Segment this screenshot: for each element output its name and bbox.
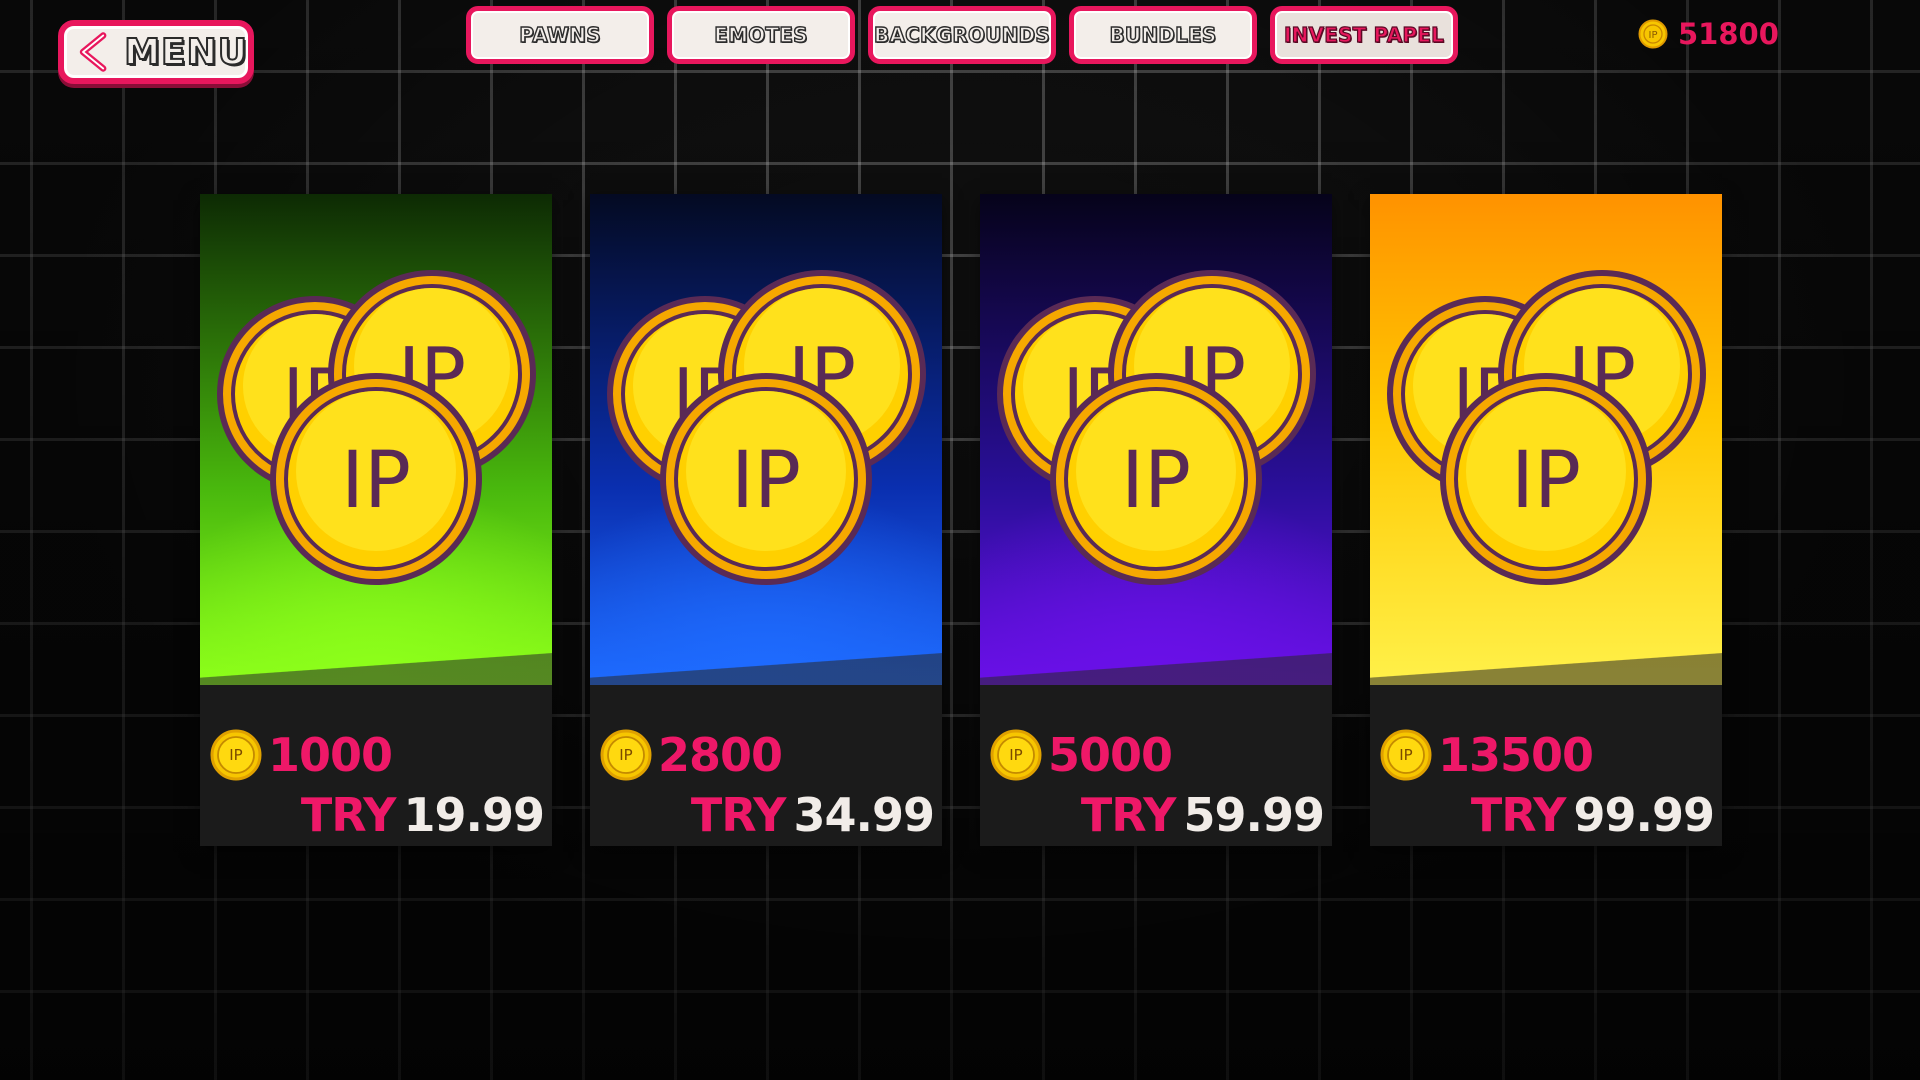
coin-balance: IP 51800 [1638, 16, 1779, 52]
coin-pack-card-green[interactable]: IPIPIP IP 1000 TRY 19.99 [200, 194, 552, 846]
tab-invest-papel[interactable]: INVEST PAPEL [1270, 6, 1458, 64]
svg-text:IP: IP [229, 746, 242, 764]
tab-bundles[interactable]: BUNDLES [1069, 6, 1257, 64]
ip-coin-icon: IP [210, 729, 262, 781]
svg-text:IP: IP [1009, 746, 1022, 764]
ip-coins-icon: IPIPIP [1387, 270, 1706, 585]
ip-coins-icon: IPIPIP [997, 270, 1316, 585]
svg-text:IP: IP [619, 746, 632, 764]
price-value: 34.99 [793, 788, 935, 842]
svg-text:IP: IP [1511, 436, 1581, 526]
menu-button-label: MENU [123, 31, 248, 74]
ip-coin-icon: IP [600, 729, 652, 781]
coin-pack-card-blue[interactable]: IPIPIP IP 2800 TRY 34.99 [590, 194, 942, 846]
ip-coin-icon: IP [1638, 19, 1668, 49]
chevron-left-icon [79, 32, 107, 72]
price-value: 99.99 [1573, 788, 1715, 842]
shop-tabs: PAWNS EMOTES BACKGROUNDS BUNDLES INVEST … [466, 6, 1458, 64]
pack-price-row: TRY 59.99 [1080, 784, 1325, 846]
ip-coins-icon: IPIPIP [607, 270, 926, 585]
balance-value: 51800 [1678, 17, 1779, 51]
price-currency: TRY [690, 788, 787, 842]
svg-text:IP: IP [1649, 30, 1658, 41]
tab-label: EMOTES [714, 22, 809, 47]
pack-amount-row: IP 1000 [210, 726, 393, 784]
coin-pack-card-purple[interactable]: IPIPIP IP 5000 TRY 59.99 [980, 194, 1332, 846]
pack-coin-amount: 13500 [1438, 728, 1594, 782]
tab-label: PAWNS [518, 22, 601, 47]
pack-artwork: IPIPIP [590, 194, 942, 685]
price-value: 19.99 [403, 788, 545, 842]
pack-coin-amount: 2800 [658, 728, 783, 782]
tab-emotes[interactable]: EMOTES [667, 6, 855, 64]
tab-label: BUNDLES [1109, 22, 1217, 47]
price-currency: TRY [1080, 788, 1177, 842]
svg-text:IP: IP [1121, 436, 1191, 526]
pack-amount-row: IP 2800 [600, 726, 783, 784]
pack-artwork: IPIPIP [1370, 194, 1722, 685]
tab-label: INVEST PAPEL [1283, 22, 1445, 47]
pack-amount-row: IP 5000 [990, 726, 1173, 784]
pack-coin-amount: 1000 [268, 728, 393, 782]
svg-text:IP: IP [341, 436, 411, 526]
tab-backgrounds[interactable]: BACKGROUNDS [868, 6, 1056, 64]
price-currency: TRY [300, 788, 397, 842]
pack-artwork: IPIPIP [980, 194, 1332, 685]
pack-price-row: TRY 34.99 [690, 784, 935, 846]
ip-coin-icon: IP [1380, 729, 1432, 781]
price-value: 59.99 [1183, 788, 1325, 842]
pack-artwork: IPIPIP [200, 194, 552, 685]
pack-amount-row: IP 13500 [1380, 726, 1594, 784]
coin-pack-card-yellow[interactable]: IPIPIP IP 13500 TRY 99.99 [1370, 194, 1722, 846]
pack-coin-amount: 5000 [1048, 728, 1173, 782]
tab-pawns[interactable]: PAWNS [466, 6, 654, 64]
pack-price-row: TRY 19.99 [300, 784, 545, 846]
menu-button[interactable]: MENU [58, 20, 254, 84]
ip-coins-icon: IPIPIP [217, 270, 536, 585]
svg-text:IP: IP [731, 436, 801, 526]
tab-label: BACKGROUNDS [873, 22, 1050, 47]
svg-text:IP: IP [1399, 746, 1412, 764]
pack-price-row: TRY 99.99 [1470, 784, 1715, 846]
price-currency: TRY [1470, 788, 1567, 842]
ip-coin-icon: IP [990, 729, 1042, 781]
